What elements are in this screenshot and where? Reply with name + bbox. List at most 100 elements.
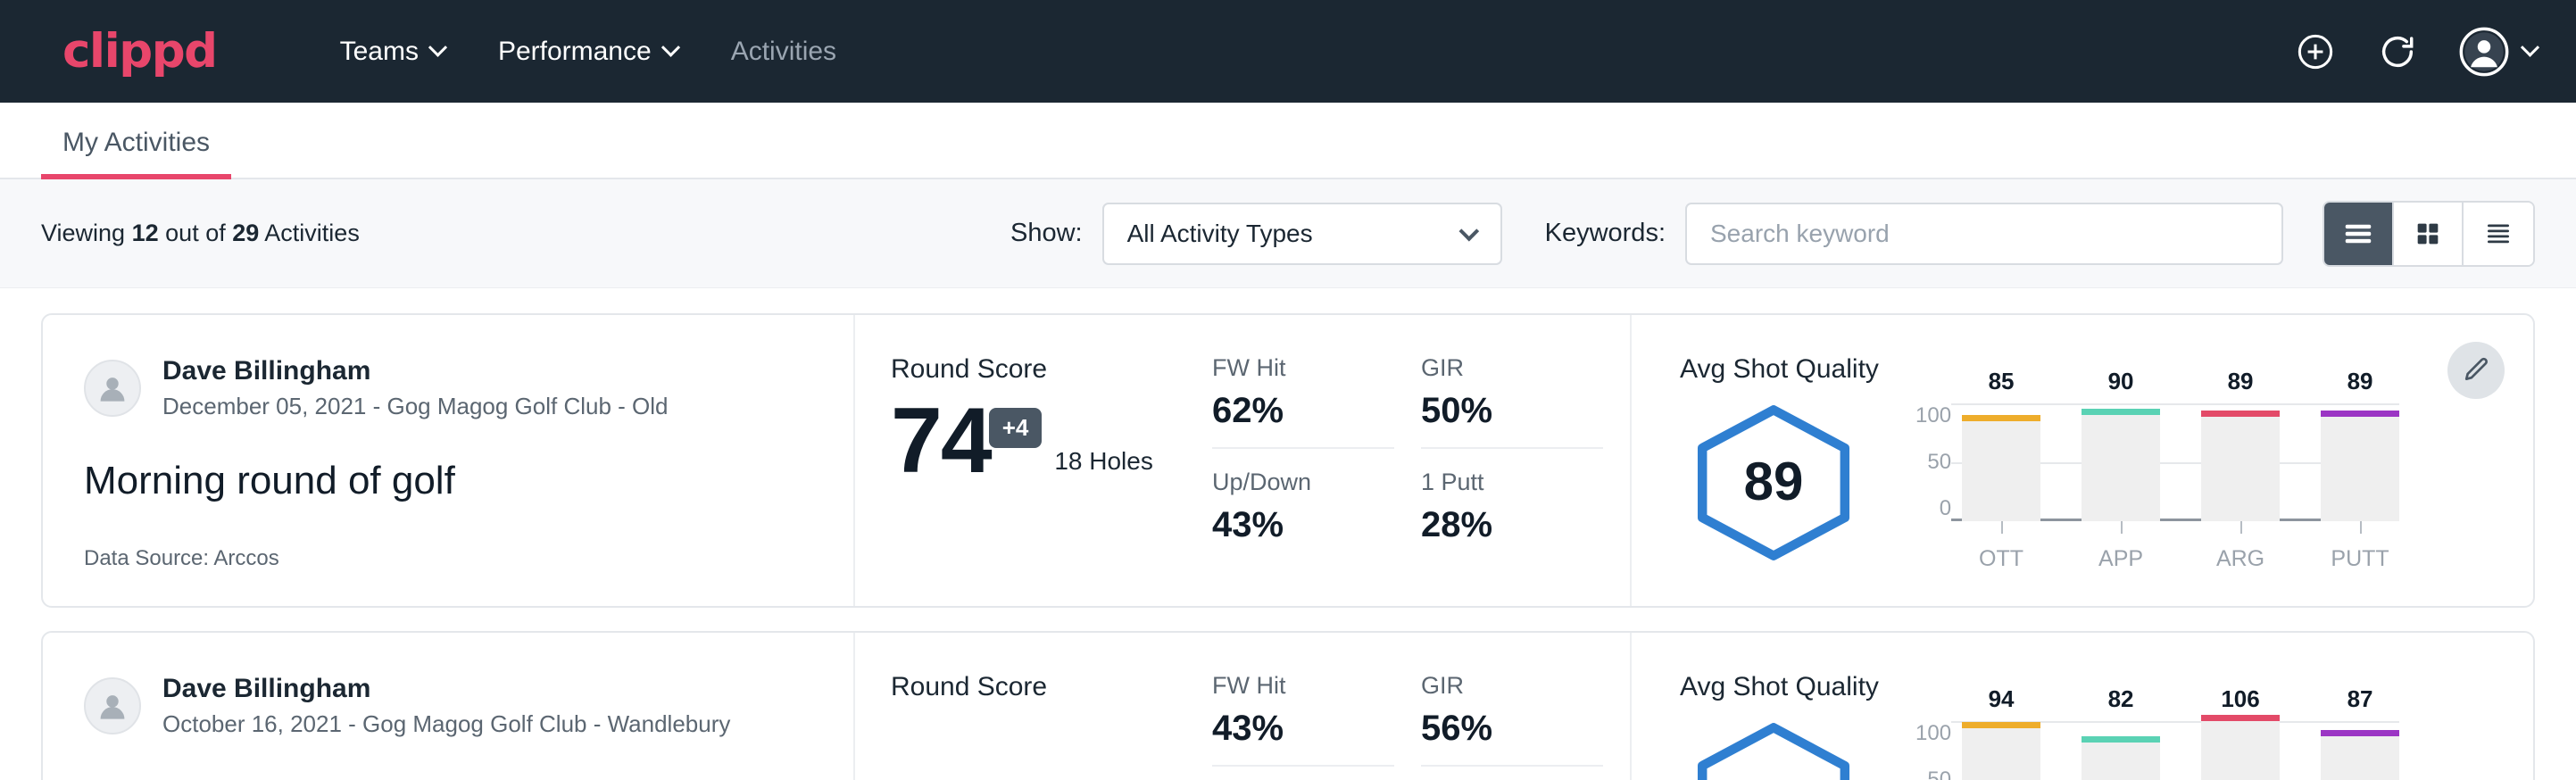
x-tick [2121, 521, 2123, 534]
round-score-column: Round Score [855, 633, 1212, 780]
bar-cap [2321, 730, 2399, 736]
bar-arg: 89 [2201, 403, 2280, 521]
stat-label: 1 Putt [1421, 469, 1603, 496]
show-label: Show: [1010, 219, 1083, 248]
bar-value: 89 [2201, 368, 2280, 395]
refresh-icon [2377, 31, 2418, 72]
tab-label: My Activities [62, 128, 210, 157]
x-label: APP [2082, 546, 2160, 572]
person-details: Dave Billingham December 05, 2021 - Gog … [162, 354, 669, 421]
bar-cap [2082, 409, 2160, 415]
edit-activity-button[interactable] [2447, 342, 2505, 399]
chevron-down-icon [661, 38, 680, 57]
shot-quality-body: 89 100 50 0 85 [1680, 390, 2497, 576]
user-avatar-icon [2459, 27, 2509, 77]
clippd-logo[interactable]: clippd [62, 28, 217, 75]
nav-item-activities[interactable]: Activities [704, 28, 863, 76]
plus-circle-icon [2295, 31, 2336, 72]
chart-y-axis: 100 50 0 [1915, 721, 1962, 780]
activity-meta: October 16, 2021 - Gog Magog Golf Club -… [162, 709, 730, 740]
user-avatar-icon [92, 685, 133, 726]
list-view-button[interactable] [2324, 203, 2394, 265]
stat-gir: GIR 50% [1421, 354, 1603, 449]
activity-type-select[interactable]: All Activity Types [1102, 203, 1502, 265]
chevron-down-icon [428, 38, 447, 57]
stat-value: 62% [1212, 391, 1394, 431]
viewing-middle: out of [165, 220, 226, 246]
keywords-label: Keywords: [1545, 219, 1666, 248]
x-label: OTT [1962, 546, 2040, 572]
refresh-button[interactable] [2377, 31, 2418, 72]
bar-value: 87 [2321, 685, 2399, 713]
stat-value: 43% [1212, 505, 1394, 545]
nav-item-label: Performance [498, 37, 652, 67]
bar-app: 90 [2082, 403, 2160, 521]
nav-item-label: Activities [731, 37, 836, 67]
y-tick: 50 [1915, 450, 1951, 475]
activity-info-column: Dave Billingham December 05, 2021 - Gog … [43, 315, 855, 606]
stat-value: 28% [1421, 505, 1603, 545]
chart-bars: 94 82 [1962, 721, 2399, 780]
x-tick [2360, 521, 2362, 534]
bar-fill [1962, 728, 2040, 780]
grid-view-button[interactable] [2394, 203, 2464, 265]
data-source-label: Data Source: Arccos [84, 546, 812, 571]
shot-quality-column: Avg Shot Quality 89 100 50 0 [1632, 315, 2533, 606]
person-row: Dave Billingham October 16, 2021 - Gog M… [84, 672, 812, 739]
round-score-column: Round Score 74 +4 18 Holes [855, 315, 1212, 606]
bar-putt: 87 [2321, 721, 2399, 780]
x-tick [2001, 521, 2003, 534]
x-label: ARG [2201, 546, 2280, 572]
add-button[interactable] [2295, 31, 2336, 72]
chart-plot-area: 94 82 [1962, 721, 2399, 780]
viewing-summary: Viewing 12 out of 29 Activities [41, 220, 360, 247]
shot-quality-column: Avg Shot Quality 100 50 0 [1632, 633, 2533, 780]
chart-bars: 85 90 [1962, 403, 2399, 521]
bar-value: 90 [2082, 368, 2160, 395]
stat-value: 56% [1421, 709, 1603, 749]
activity-card[interactable]: Dave Billingham December 05, 2021 - Gog … [41, 313, 2535, 608]
round-score-row: 74 +4 18 Holes [891, 399, 1212, 485]
nav-item-teams[interactable]: Teams [313, 28, 471, 76]
compact-list-icon [2482, 218, 2514, 250]
chevron-down-icon [1458, 220, 1479, 241]
bar-value: 82 [2082, 685, 2160, 713]
stat-fw-hit: FW Hit 62% [1212, 354, 1394, 449]
shot-quality-body: 100 50 0 94 [1680, 708, 2497, 780]
nav-item-performance[interactable]: Performance [471, 28, 704, 76]
stat-label: Up/Down [1212, 469, 1394, 496]
top-navigation-bar: clippd Teams Performance Activities [0, 0, 2576, 103]
nav-item-label: Teams [340, 37, 419, 67]
chart-plot-area: 85 90 [1962, 403, 2399, 572]
activity-card[interactable]: Dave Billingham October 16, 2021 - Gog M… [41, 631, 2535, 780]
bar-value: 106 [2201, 685, 2280, 713]
round-score-label: Round Score [891, 672, 1212, 702]
bar-ott: 85 [1962, 403, 2040, 521]
stat-label: GIR [1421, 672, 1603, 700]
y-tick: 100 [1915, 721, 1951, 746]
viewing-prefix: Viewing [41, 220, 125, 246]
toolbar-controls: Show: All Activity Types Keywords: [1010, 201, 2535, 267]
bar-cap [1962, 722, 2040, 728]
stat-value: 43% [1212, 709, 1394, 749]
account-menu[interactable] [2459, 27, 2537, 77]
tab-my-activities[interactable]: My Activities [41, 128, 231, 178]
avg-shot-quality-hexagon [1680, 720, 1867, 780]
list-view-icon [2341, 217, 2375, 251]
tab-strip: My Activities [0, 103, 2576, 179]
activity-info-column: Dave Billingham October 16, 2021 - Gog M… [43, 633, 855, 780]
activity-title: Morning round of golf [84, 459, 812, 503]
compact-view-button[interactable] [2464, 203, 2533, 265]
stat-one-putt: 1 Putt 28% [1421, 469, 1603, 561]
stat-fw-hit: FW Hit 43% [1212, 672, 1394, 767]
bar-fill [2082, 743, 2160, 780]
search-input[interactable] [1685, 203, 2283, 265]
stat-up-down: Up/Down 43% [1212, 469, 1394, 561]
bar-value: 85 [1962, 368, 2040, 395]
bar-ott: 94 [1962, 721, 2040, 780]
avg-shot-quality-value: 89 [1680, 451, 1867, 512]
stat-value: 50% [1421, 391, 1603, 431]
x-tick [2240, 521, 2242, 534]
bar-cap [2321, 411, 2399, 417]
activity-card-list: Dave Billingham December 05, 2021 - Gog … [0, 288, 2576, 780]
